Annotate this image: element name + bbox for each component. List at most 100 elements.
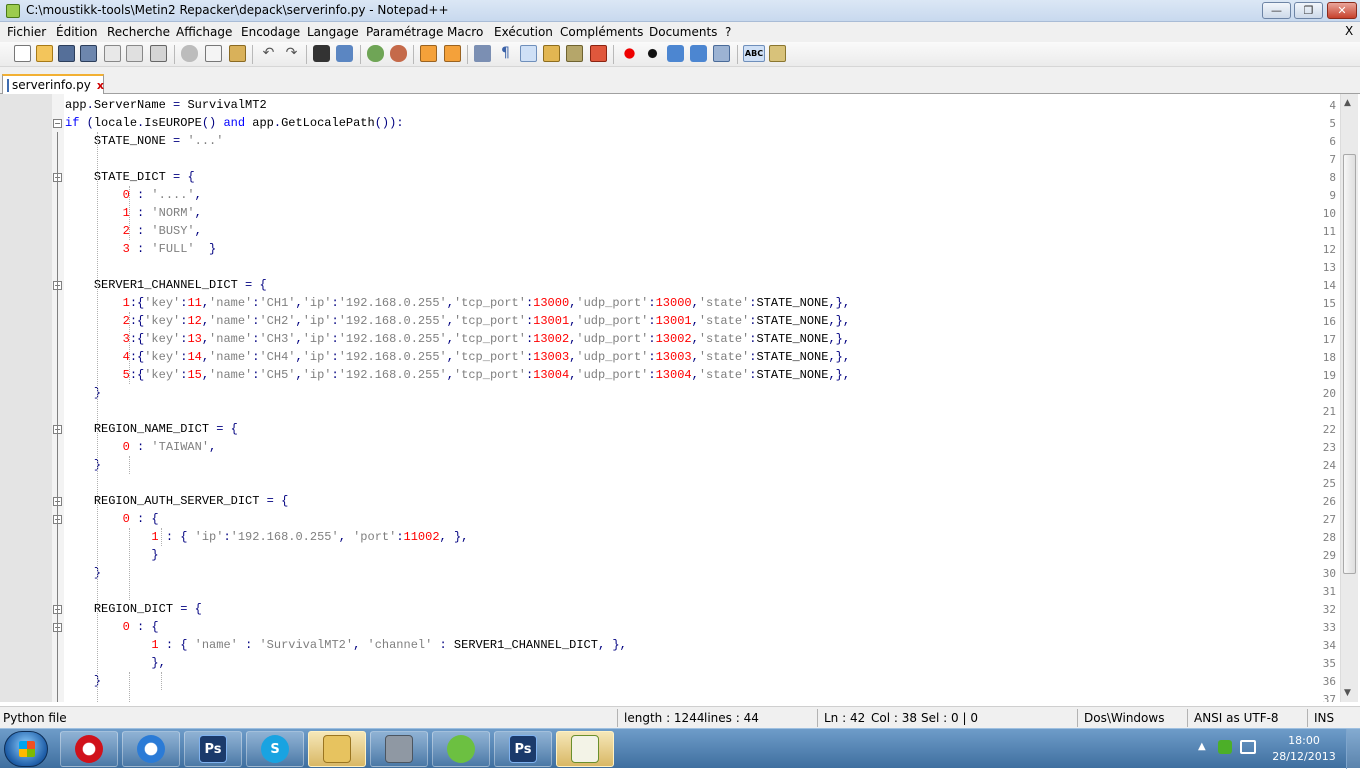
menu-edition[interactable]: Édition — [56, 25, 98, 39]
indent-guide-icon[interactable] — [520, 45, 537, 62]
close-all-icon[interactable] — [126, 45, 143, 62]
security-tray-icon[interactable] — [1218, 740, 1232, 754]
save-all-icon[interactable] — [80, 45, 97, 62]
record-macro-icon[interactable] — [621, 45, 638, 62]
code-line[interactable]: SERVER1_CHANNEL_DICT = { — [65, 276, 267, 294]
code-line[interactable]: 3 : 'FULL' } — [65, 240, 217, 258]
code-line[interactable]: 1 : { 'name' : 'SurvivalMT2', 'channel' … — [65, 636, 626, 654]
maximize-button[interactable]: ❐ — [1294, 2, 1323, 19]
show-all-chars-icon[interactable]: ¶ — [497, 45, 514, 62]
copy-icon[interactable] — [205, 45, 222, 62]
plugin-icon[interactable] — [769, 45, 786, 62]
vertical-scrollbar[interactable]: ▲ ▼ — [1340, 94, 1358, 702]
menu-recherche[interactable]: Recherche — [107, 25, 170, 39]
code-line[interactable]: STATE_DICT = { — [65, 168, 195, 186]
code-line[interactable]: 0 : '....', — [65, 186, 202, 204]
sync-horizontal-icon[interactable] — [444, 45, 461, 62]
code-line[interactable]: STATE_NONE = '...' — [65, 132, 224, 150]
taskbar-green-app[interactable] — [432, 731, 490, 767]
code-editor[interactable]: app.ServerName = SurvivalMT2 if (locale.I… — [0, 94, 1340, 702]
play-macro-icon[interactable] — [667, 45, 684, 62]
close-window-button[interactable]: ✕ — [1327, 2, 1357, 19]
code-line[interactable]: REGION_NAME_DICT = { — [65, 420, 238, 438]
taskbar-explorer[interactable] — [308, 731, 366, 767]
menu-execution[interactable]: Exécution — [494, 25, 553, 39]
close-document-button[interactable]: X — [1345, 24, 1353, 38]
notepadpp-app-icon[interactable] — [6, 4, 20, 18]
user-language-icon[interactable] — [543, 45, 560, 62]
code-line[interactable]: 1:{'key':11,'name':'CH1','ip':'192.168.0… — [65, 294, 850, 312]
scroll-down-icon[interactable]: ▼ — [1344, 688, 1351, 698]
menu-affichage[interactable]: Affichage — [176, 25, 232, 39]
save-macro-icon[interactable] — [713, 45, 730, 62]
tab-serverinfo[interactable]: serverinfo.py x — [2, 74, 104, 94]
code-line[interactable]: 0 : 'TAIWAN', — [65, 438, 217, 456]
scrollbar-thumb[interactable] — [1343, 154, 1356, 574]
menu-encodage[interactable]: Encodage — [241, 25, 300, 39]
cut-icon[interactable] — [181, 45, 198, 62]
code-line[interactable]: 2 : 'BUSY', — [65, 222, 202, 240]
indent-guide — [129, 186, 130, 240]
menu-documents[interactable]: Documents — [649, 25, 717, 39]
taskbar-internet-explorer[interactable] — [122, 731, 180, 767]
code-line[interactable]: 4:{'key':14,'name':'CH4','ip':'192.168.0… — [65, 348, 850, 366]
code-line[interactable]: 0 : { — [65, 510, 159, 528]
code-line[interactable]: } — [65, 546, 158, 564]
menu-fichier[interactable]: Fichier — [7, 25, 46, 39]
minimize-button[interactable]: — — [1262, 2, 1291, 19]
doc-map-icon[interactable] — [566, 45, 583, 62]
code-line[interactable]: } — [65, 564, 101, 582]
menu-macro[interactable]: Macro — [447, 25, 483, 39]
taskbar-opera[interactable] — [60, 731, 118, 767]
code-line[interactable]: 2:{'key':12,'name':'CH2','ip':'192.168.0… — [65, 312, 850, 330]
zoom-in-icon[interactable] — [367, 45, 384, 62]
run-macro-multiple-icon[interactable] — [690, 45, 707, 62]
code-line[interactable]: 5:{'key':15,'name':'CH5','ip':'192.168.0… — [65, 366, 850, 384]
code-line[interactable]: 3:{'key':13,'name':'CH3','ip':'192.168.0… — [65, 330, 850, 348]
open-file-icon[interactable] — [36, 45, 53, 62]
print-icon[interactable] — [150, 45, 167, 62]
spell-check-icon[interactable]: ABC — [743, 45, 765, 62]
taskbar-installer[interactable] — [370, 731, 428, 767]
word-wrap-icon[interactable] — [474, 45, 491, 62]
tray-expand-icon[interactable]: ▲ — [1198, 741, 1206, 752]
undo-icon[interactable]: ↶ — [260, 45, 277, 62]
taskbar-photoshop-2[interactable]: Ps — [494, 731, 552, 767]
menu-parametrage[interactable]: Paramétrage — [366, 25, 443, 39]
menu-help[interactable]: ? — [725, 25, 731, 39]
paste-icon[interactable] — [229, 45, 246, 62]
code-line[interactable]: if (locale.IsEUROPE() and app.GetLocaleP… — [65, 114, 404, 132]
code-line[interactable]: REGION_AUTH_SERVER_DICT = { — [65, 492, 288, 510]
code-line[interactable]: } — [65, 384, 101, 402]
taskbar-photoshop[interactable]: Ps — [184, 731, 242, 767]
start-button[interactable] — [4, 731, 48, 767]
zoom-out-icon[interactable] — [390, 45, 407, 62]
code-line[interactable]: 1 : 'NORM', — [65, 204, 202, 222]
code-line[interactable]: 1 : { 'ip':'192.168.0.255', 'port':11002… — [65, 528, 468, 546]
function-list-icon[interactable] — [590, 45, 607, 62]
tab-close-icon[interactable]: x — [97, 79, 104, 92]
new-file-icon[interactable] — [14, 45, 31, 62]
network-tray-icon[interactable] — [1240, 740, 1256, 754]
taskbar-notepadpp[interactable] — [556, 731, 614, 767]
menu-complements[interactable]: Compléments — [560, 25, 643, 39]
fold-toggle-icon[interactable]: − — [53, 119, 62, 128]
redo-icon[interactable]: ↷ — [283, 45, 300, 62]
find-icon[interactable] — [313, 45, 330, 62]
menu-langage[interactable]: Langage — [307, 25, 359, 39]
code-line[interactable]: REGION_DICT = { — [65, 600, 202, 618]
stop-macro-icon[interactable] — [644, 45, 661, 62]
close-file-icon[interactable] — [104, 45, 121, 62]
scroll-up-icon[interactable]: ▲ — [1344, 98, 1351, 108]
taskbar-skype[interactable]: S — [246, 731, 304, 767]
replace-icon[interactable] — [336, 45, 353, 62]
sync-vertical-icon[interactable] — [420, 45, 437, 62]
save-icon[interactable] — [58, 45, 75, 62]
clock[interactable]: 18:00 28/12/2013 — [1270, 733, 1338, 765]
code-line[interactable]: } — [65, 672, 101, 690]
code-line[interactable]: }, — [65, 654, 165, 672]
code-line[interactable]: } — [65, 456, 101, 474]
code-line[interactable]: 0 : { — [65, 618, 159, 636]
code-line[interactable]: app.ServerName = SurvivalMT2 — [65, 96, 267, 114]
show-desktop-button[interactable] — [1346, 729, 1360, 769]
